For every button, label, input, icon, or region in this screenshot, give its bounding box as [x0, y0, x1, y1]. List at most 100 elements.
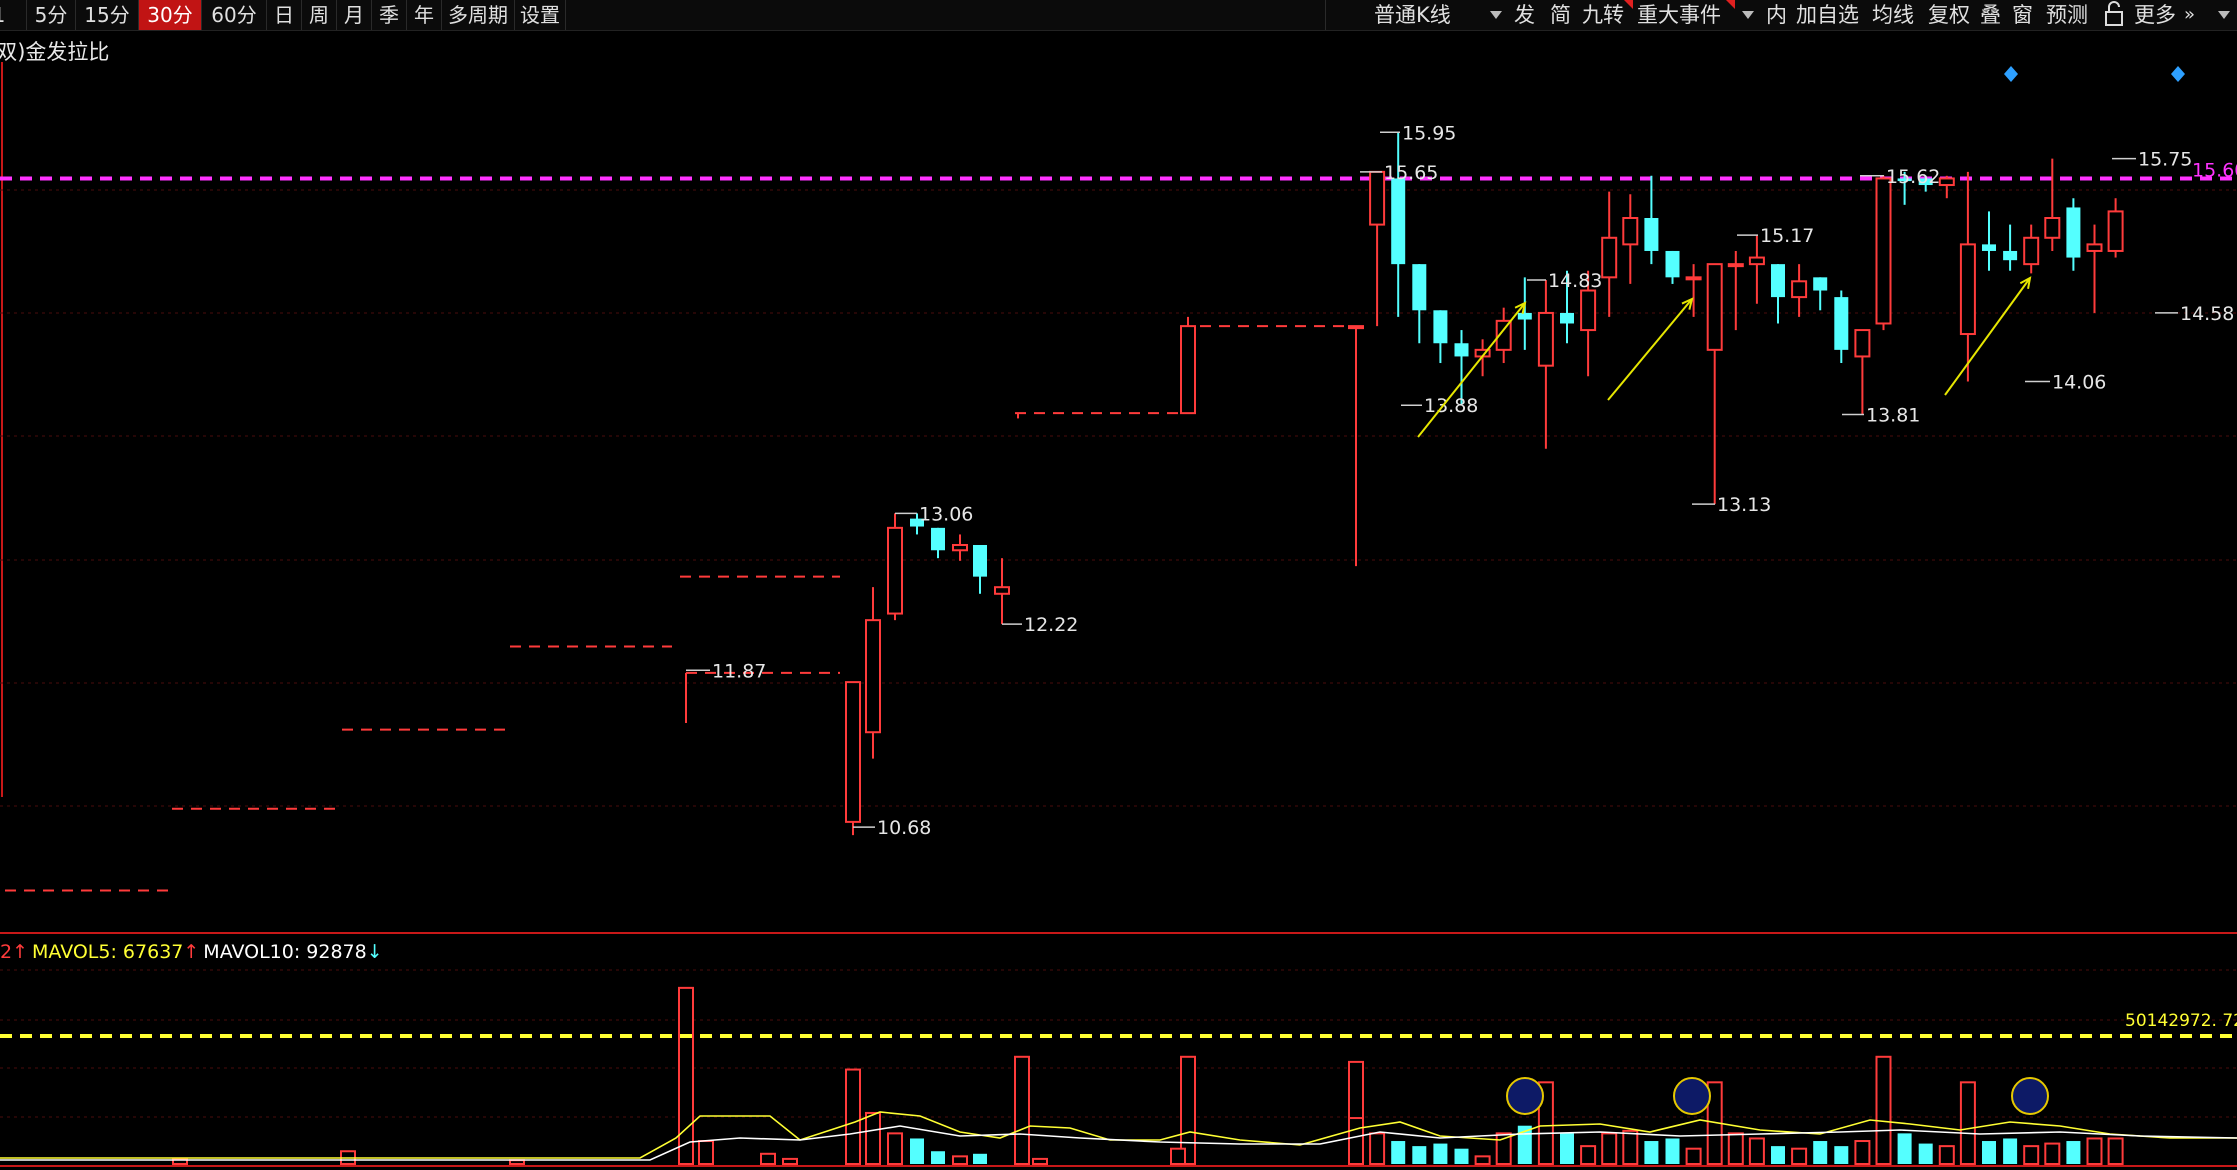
volume-bar: [509, 1159, 525, 1165]
volume-bar: [1412, 1146, 1427, 1164]
chevron-down-icon[interactable]: [2218, 11, 2230, 19]
price-annotation: 14.58: [2180, 303, 2234, 325]
volume-bar: [1685, 1147, 1702, 1165]
volume-bar: [2086, 1137, 2103, 1165]
period-15min[interactable]: 15分: [76, 0, 139, 30]
candle-body: [973, 544, 987, 577]
volume-bar: [1537, 1081, 1554, 1166]
candle-body: [1580, 289, 1597, 332]
add-watchlist-button[interactable]: 加自选: [1796, 0, 1859, 30]
volume-bar: [1938, 1145, 1955, 1166]
toolbar-jian[interactable]: 简: [1550, 0, 1571, 30]
period-year[interactable]: 年: [407, 0, 442, 30]
price-annotation: 15.65: [1384, 162, 1438, 184]
candle-body: [1834, 297, 1849, 350]
candle-body: [1537, 311, 1554, 367]
volume-bar: [1918, 1143, 1933, 1164]
settings-button[interactable]: 设置: [515, 0, 566, 30]
volume-bar: [1170, 1147, 1186, 1165]
volume-bar: [1560, 1133, 1574, 1164]
candle-body: [1560, 312, 1574, 324]
volume-ref-value: 50142972. 72: [2125, 1011, 2237, 1031]
volume-highlight-circle: [2011, 1077, 2049, 1115]
mavol10-label: MAVOL10: 92878: [203, 941, 367, 963]
volume-bars: [172, 986, 2124, 1166]
candle-body: [1875, 177, 1892, 325]
period-toolbar: 1分 5分 15分 30分 60分 日 周 月 季 年 多周期 设置 普通K线 …: [0, 0, 2237, 31]
volume-bar: [1771, 1146, 1785, 1164]
chevron-down-icon[interactable]: [1742, 11, 1754, 19]
price-annotation: 15.62: [1886, 166, 1940, 188]
toolbar-window[interactable]: 窗: [2012, 0, 2033, 30]
candle-body: [910, 518, 924, 527]
signal-arrow: [1944, 277, 2031, 396]
price-annotation: 15.75: [2138, 149, 2192, 171]
candle-body: [1180, 325, 1196, 415]
toolbar-fa[interactable]: 发: [1514, 0, 1535, 30]
volume-bar: [1897, 1133, 1912, 1164]
period-quarter[interactable]: 季: [372, 0, 407, 30]
toolbar-ma[interactable]: 均线: [1872, 0, 1914, 30]
volume-bar: [1644, 1141, 1659, 1164]
volume-bar: [698, 1140, 714, 1166]
period-30min[interactable]: 30分: [139, 0, 202, 30]
price-annotations: 15.95 15.65 15.62 15.75 14.83 15.17 14.58 14.06…: [686, 122, 2237, 839]
volume-bar: [1369, 1132, 1386, 1165]
period-week[interactable]: 周: [302, 0, 337, 30]
toolbar-predict[interactable]: 预测: [2046, 0, 2088, 30]
candle-body: [865, 619, 881, 734]
diamond-markers: [2004, 66, 2185, 82]
price-annotation: 10.68: [877, 817, 931, 839]
volume-bar: [2044, 1142, 2061, 1166]
more-arrow-icon[interactable]: »: [2184, 0, 2195, 30]
volume-bar: [1748, 1137, 1765, 1165]
chevron-down-icon[interactable]: [1490, 11, 1502, 19]
candle-body: [1791, 280, 1808, 299]
period-multi[interactable]: 多周期: [442, 0, 515, 30]
candle-body: [1982, 244, 1996, 251]
toolbar-overlay[interactable]: 叠: [1980, 0, 2001, 30]
period-day[interactable]: 日: [267, 0, 302, 30]
chart-type-select[interactable]: 普通K线: [1325, 0, 1510, 30]
volume-bar: [1391, 1141, 1406, 1164]
price-annotation: 13.88: [1424, 395, 1478, 417]
volume-bar: [952, 1155, 968, 1166]
candle-body: [1706, 263, 1723, 351]
signal-arrowhead: [1681, 297, 1694, 310]
candle-body: [1454, 343, 1469, 357]
volume-bar: [1959, 1081, 1976, 1166]
candle-body: [1685, 276, 1702, 281]
volume-bar: [1495, 1132, 1512, 1165]
volume-bar: [1580, 1145, 1597, 1166]
period-month[interactable]: 月: [337, 0, 372, 30]
volume-bar: [2023, 1145, 2040, 1166]
volume-legend: 2↑ MAVOL5: 67637↑ MAVOL10: 92878↓: [0, 941, 387, 963]
toolbar-jiuzhuan[interactable]: 九转: [1582, 0, 1624, 30]
lock-icon[interactable]: [2102, 0, 2126, 30]
kline-chart[interactable]: 15.95 15.65 15.62 15.75 14.83 15.17 14.58 14.06…: [0, 0, 2237, 1170]
volume-bar: [931, 1151, 945, 1164]
candle-body: [1771, 264, 1785, 298]
volume-highlight-circles: [1506, 1077, 2049, 1115]
period-60min[interactable]: 60分: [202, 0, 267, 30]
limit-up-lines: [5, 325, 1350, 892]
candle-body: [887, 526, 903, 615]
candle-body: [1897, 178, 1912, 182]
volume-bar: [1348, 1117, 1364, 1165]
candle-body: [1938, 177, 1955, 187]
toolbar-major-events[interactable]: 重大事件: [1637, 0, 1721, 30]
period-5min[interactable]: 5分: [27, 0, 76, 30]
volume-bar: [1433, 1143, 1448, 1164]
toolbar-adjust[interactable]: 复权: [1928, 0, 1970, 30]
diamond-marker-icon: [2171, 66, 2185, 82]
period-1min[interactable]: 1分: [0, 0, 27, 30]
signal-arrows: [1417, 276, 2032, 438]
candle-body: [1391, 178, 1406, 265]
volume-bar: [1032, 1157, 1048, 1166]
toolbar-nei[interactable]: 内: [1766, 0, 1787, 30]
more-button[interactable]: 更多: [2134, 0, 2176, 30]
volume-bar: [973, 1153, 987, 1164]
volume-bar: [1454, 1148, 1469, 1164]
signal-arrowhead: [1514, 301, 1527, 314]
candle-body: [1495, 319, 1512, 351]
